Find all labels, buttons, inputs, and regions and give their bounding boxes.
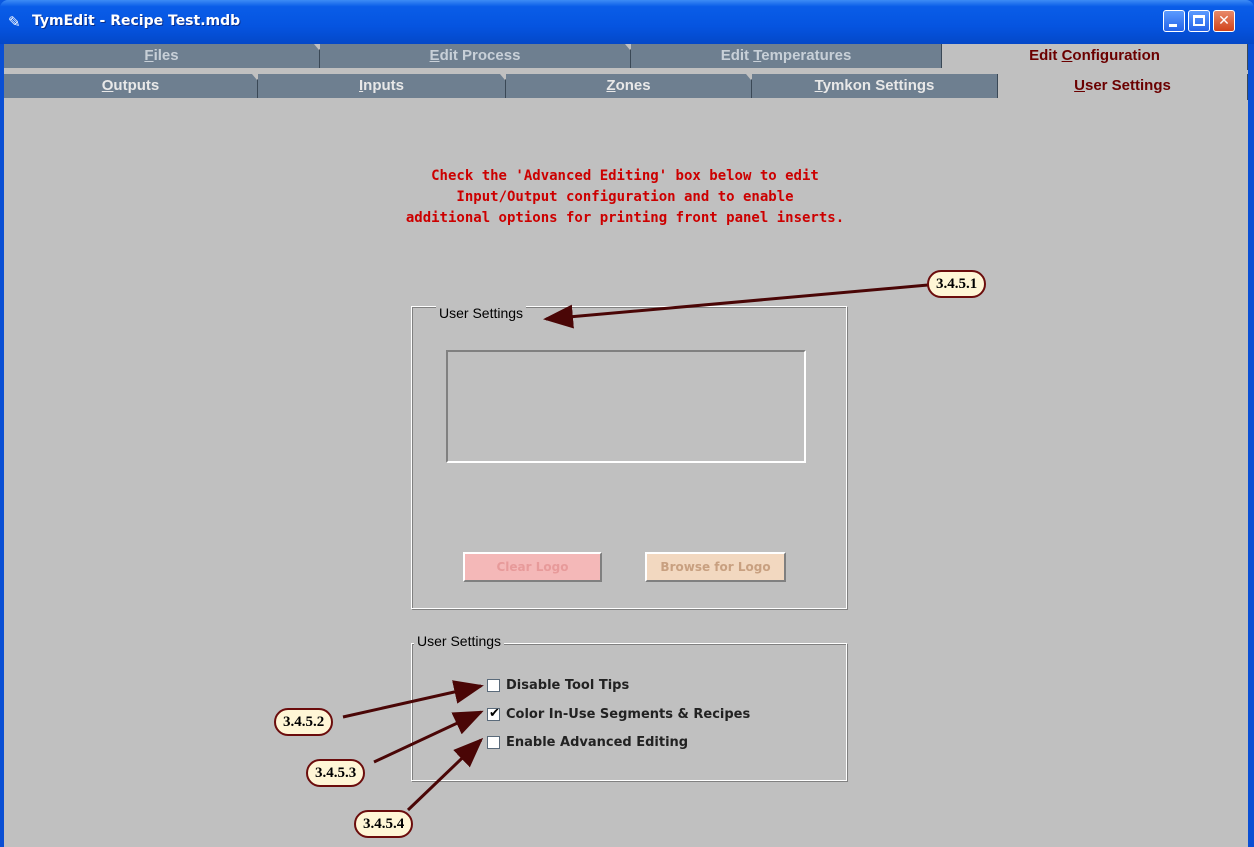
callout-3-4-5-1: 3.4.5.1 [927, 270, 987, 298]
callout-3-4-5-2: 3.4.5.2 [274, 708, 334, 736]
arrow-3-4-5-2 [342, 680, 484, 719]
arrow-3-4-5-4 [406, 737, 484, 812]
callout-3-4-5-3: 3.4.5.3 [306, 759, 366, 787]
arrow-3-4-5-1 [543, 283, 929, 329]
callout-3-4-5-4: 3.4.5.4 [354, 810, 414, 838]
callout-arrows [342, 283, 929, 812]
